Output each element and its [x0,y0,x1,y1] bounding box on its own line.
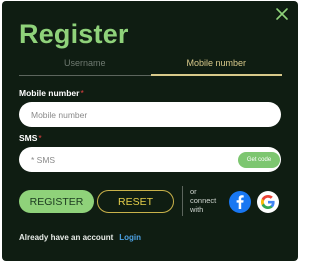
facebook-icon[interactable] [229,191,251,213]
connect-line: with [190,205,204,214]
login-link[interactable]: Login [119,233,141,242]
connect-line: or [190,187,197,196]
register-tabs: Username Mobile number [19,56,282,76]
tab-username[interactable]: Username [19,56,151,76]
close-icon[interactable] [274,6,290,22]
register-dialog: Register Username Mobile number Mobile n… [2,1,298,261]
reset-button[interactable]: RESET [97,190,174,213]
register-button[interactable]: REGISTER [19,190,94,213]
connect-with-text: or connect with [190,187,220,214]
dialog-title: Register [19,19,129,49]
login-prompt: Already have an account Login [19,233,141,243]
mobile-number-input[interactable] [19,102,281,127]
divider [182,186,183,216]
required-mark: * [80,88,84,98]
sms-label: SMS* [19,133,42,143]
get-code-button[interactable]: Get code [238,152,280,168]
mobile-number-label: Mobile number* [19,88,84,98]
google-icon[interactable] [257,191,279,213]
tab-mobile-number[interactable]: Mobile number [150,56,282,76]
mobile-number-label-text: Mobile number [19,88,80,98]
connect-line: connect [190,196,217,205]
sms-label-text: SMS [19,133,38,143]
required-mark: * [38,133,42,143]
login-prompt-text: Already have an account [19,233,114,242]
